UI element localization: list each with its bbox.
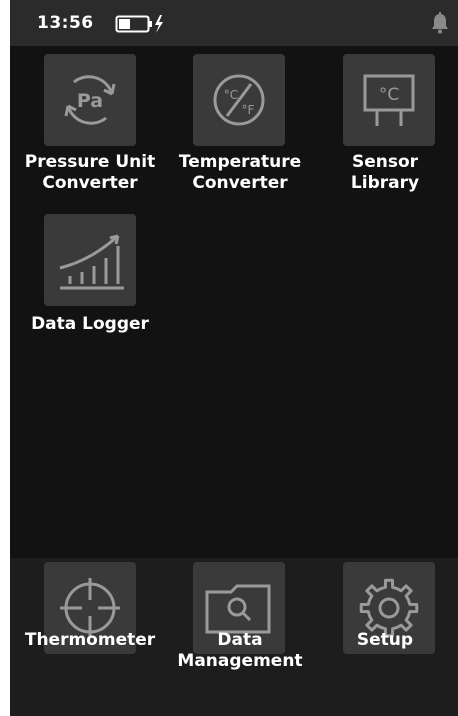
svg-text:°C: °C (224, 88, 238, 102)
svg-text:°F: °F (242, 103, 255, 117)
dock-data-management[interactable]: Data Management (160, 558, 320, 716)
app-label: Sensor Library (305, 152, 458, 194)
app-label-line1: Data Logger (31, 314, 149, 334)
status-time: 13:56 (37, 13, 94, 33)
app-tile[interactable]: °C °F (193, 54, 285, 146)
app-label-line2: Library (350, 173, 420, 193)
svg-text:°C: °C (379, 85, 399, 105)
app-temperature-converter[interactable]: °C °F Temperature Converter (160, 46, 320, 196)
app-tile[interactable]: Pa (44, 54, 136, 146)
app-grid: Pa Pressure Unit Converter °C °F Tempera… (10, 46, 458, 558)
dock-setup[interactable]: Setup (312, 558, 458, 716)
app-label-line1: Sensor (351, 152, 419, 172)
app-tile[interactable]: °C (343, 54, 435, 146)
dock-label-line1: Setup (356, 630, 414, 650)
app-label-line1: Pressure Unit (24, 152, 156, 172)
app-label: Temperature Converter (160, 152, 320, 194)
dock-label-line1: Thermometer (24, 630, 156, 650)
battery-charging-icon (115, 14, 165, 38)
dock-label: Setup (305, 630, 458, 651)
phone-screen: 13:56 Pa Pressure Unit Converter °C °F T… (10, 0, 458, 716)
dock-label: Data Management (160, 630, 320, 672)
notification-bell-icon[interactable] (430, 12, 450, 38)
app-label: Data Logger (10, 314, 170, 335)
svg-text:Pa: Pa (77, 90, 103, 112)
dock: Thermometer Data Management Setup (10, 558, 458, 716)
app-tile[interactable] (44, 214, 136, 306)
app-data-logger[interactable]: Data Logger (10, 206, 170, 346)
dock-label: Thermometer (10, 630, 170, 651)
app-pressure-unit-converter[interactable]: Pa Pressure Unit Converter (10, 46, 170, 196)
app-label: Pressure Unit Converter (10, 152, 170, 194)
dock-label-line2: Management (177, 651, 303, 671)
dock-label-line1: Data (217, 630, 263, 650)
dock-thermometer[interactable]: Thermometer (10, 558, 170, 716)
status-bar: 13:56 (10, 0, 458, 46)
app-label-line2: Converter (42, 173, 138, 193)
app-label-line2: Converter (192, 173, 288, 193)
app-sensor-library[interactable]: °C Sensor Library (312, 46, 458, 196)
app-label-line1: Temperature (178, 152, 302, 172)
